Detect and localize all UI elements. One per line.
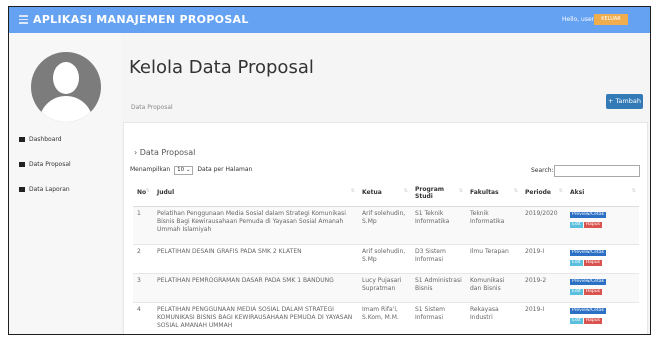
cell-ketua: Arif solehudin, S.Mp [358,206,411,245]
cell-judul: PELATIHAN PENGGUNAAN MEDIA SOSIAL DALAM … [153,302,358,334]
cell-actions: Preview/Cetak Edit Hapus [566,244,639,274]
add-proposal-button[interactable]: + Tambah [606,94,643,109]
avatar [31,52,101,122]
delete-button[interactable]: Hapus [583,318,602,324]
cell-ketua: Arif solehudin, S.Mp [358,244,411,274]
cell-periode: 2019-I [521,302,566,334]
page-title: Kelola Data Proposal [129,57,314,78]
sidebar-item-label: Dashboard [29,136,62,143]
logout-button[interactable]: KELUAR [594,14,628,25]
table-row: 4 PELATIHAN PENGGUNAAN MEDIA SOSIAL DALA… [133,302,639,334]
sidebar-item-data-laporan[interactable]: Data Laporan [19,186,70,193]
cell-periode: 2019/2020 [521,206,566,245]
cell-no: 1 [133,206,153,245]
cell-prodi: D3 Sistem Informasi [411,244,466,274]
table-row: 1 Pelatihan Penggunaan Media Sosial dala… [133,206,639,245]
search-input[interactable] [554,165,640,177]
entries-control: Menampilkan 10 ⌄ Data per Halaman [130,166,252,175]
edit-button[interactable]: Edit [570,289,583,295]
entries-value: 10 [177,167,185,173]
table-header-row: No Judul Ketua Program Studi Fakultas Pe… [133,179,639,207]
edit-button[interactable]: Edit [570,222,583,228]
cell-judul: Pelatihan Penggunaan Media Sosial dalam … [153,206,358,245]
column-header-judul[interactable]: Judul [153,179,358,207]
column-header-fakultas[interactable]: Fakultas [466,179,521,207]
preview-button[interactable]: Preview/Cetak [570,212,607,218]
cell-fakultas: Komunikasi dan Bisnis [466,273,521,303]
column-header-ketua[interactable]: Ketua [358,179,411,207]
entries-suffix: Data per Halaman [197,166,253,173]
search-label: Search: [531,167,554,174]
delete-button[interactable]: Hapus [583,222,602,228]
panel-title: › Data Proposal [134,148,196,157]
cell-judul: PELATIHAN PEMROGRAMAN DASAR PADA SMK 1 B… [153,273,358,303]
edit-button[interactable]: Edit [570,260,583,266]
cell-actions: Preview/Cetak Edit Hapus [566,206,639,245]
entries-select[interactable]: 10 ⌄ [174,166,194,175]
edit-button[interactable]: Edit [570,318,583,324]
cell-prodi: S1 Administrasi Bisnis [411,273,466,303]
document-icon [19,187,25,192]
chevron-down-icon: ⌄ [185,167,191,173]
column-header-program-studi[interactable]: Program Studi [411,179,466,207]
breadcrumb: Data Proposal [131,104,173,111]
sidebar-item-label: Data Proposal [29,161,71,168]
topbar: APLIKASI MANAJEMEN PROPOSAL Hello, user … [9,7,650,33]
cell-fakultas: Ilmu Terapan [466,244,521,274]
cell-fakultas: Teknik Informatika [466,206,521,245]
column-header-periode[interactable]: Periode [521,179,566,207]
cell-actions: Preview/Cetak Edit Hapus [566,302,639,334]
cell-ketua: Lucy Pujasari Supratman [358,273,411,303]
proposal-table: No Judul Ketua Program Studi Fakultas Pe… [133,179,639,334]
delete-button[interactable]: Hapus [583,260,602,266]
table-row: 3 PELATIHAN PEMROGRAMAN DASAR PADA SMK 1… [133,273,639,303]
preview-button[interactable]: Preview/Cetak [570,308,607,314]
menu-icon[interactable] [19,15,28,24]
cell-fakultas: Rekayasa Industri [466,302,521,334]
cell-judul: PELATIHAN DESAIN GRAFIS PADA SMK 2 KLATE… [153,244,358,274]
delete-button[interactable]: Hapus [583,289,602,295]
app-window: APLIKASI MANAJEMEN PROPOSAL Hello, user … [8,6,651,335]
app-title: APLIKASI MANAJEMEN PROPOSAL [33,13,249,26]
sidebar-item-label: Data Laporan [29,186,70,193]
cell-actions: Preview/Cetak Edit Hapus [566,273,639,303]
preview-button[interactable]: Preview/Cetak [570,279,607,285]
cell-ketua: Imam Rifa'i, S.Kom, M.M. [358,302,411,334]
data-panel: › Data Proposal Menampilkan 10 ⌄ Data pe… [123,122,648,334]
sidebar-item-dashboard[interactable]: Dashboard [19,136,62,143]
sidebar: Dashboard Data Proposal Data Laporan [9,33,121,334]
document-icon [19,162,25,167]
cell-periode: 2019-2 [521,273,566,303]
dashboard-icon [19,137,25,142]
cell-periode: 2019-I [521,244,566,274]
cell-prodi: S1 Teknik Informatika [411,206,466,245]
cell-no: 3 [133,273,153,303]
preview-button[interactable]: Preview/Cetak [570,250,607,256]
table-row: 2 PELATIHAN DESAIN GRAFIS PADA SMK 2 KLA… [133,244,639,274]
cell-prodi: S1 Sistem Informasi [411,302,466,334]
sidebar-item-data-proposal[interactable]: Data Proposal [19,161,71,168]
cell-no: 4 [133,302,153,334]
column-header-aksi[interactable]: Aksi [566,179,639,207]
user-greeting: Hello, user [562,16,595,23]
column-header-no[interactable]: No [133,179,153,207]
cell-no: 2 [133,244,153,274]
entries-prefix: Menampilkan [130,166,171,173]
